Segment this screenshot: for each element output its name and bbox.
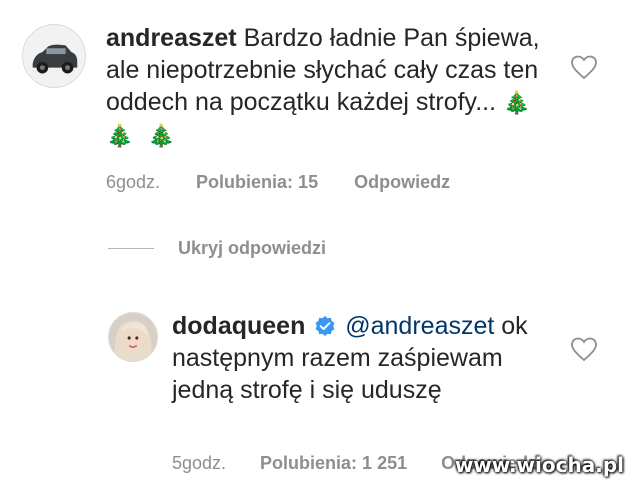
- avatar-dodaqueen[interactable]: [108, 312, 158, 362]
- comment-username[interactable]: andreaszet: [106, 24, 237, 52]
- profile-photo-image: [109, 313, 157, 361]
- watermark: www.wiocha.pl: [454, 453, 624, 477]
- hide-replies-label: Ukryj odpowiedzi: [178, 238, 327, 258]
- comment-body: andreaszet Bardzo ładnie Pan śpiewa, ale…: [106, 22, 546, 152]
- comment-meta: 6godz. Polubienia: 15 Odpowiedz: [106, 172, 450, 193]
- car-avatar-image: [23, 25, 85, 87]
- reply-username[interactable]: dodaqueen: [172, 312, 305, 340]
- avatar-andreaszet[interactable]: [22, 24, 86, 88]
- reply-body: dodaqueen @andreaszet ok następnym razem…: [172, 310, 542, 406]
- heart-icon[interactable]: [570, 54, 598, 80]
- hide-replies-button[interactable]: Ukryj odpowiedzi: [108, 238, 326, 259]
- reply-likes[interactable]: Polubienia: 1 251: [260, 453, 407, 474]
- verified-badge-icon: [315, 316, 335, 336]
- comment-time: 6godz.: [106, 172, 161, 192]
- divider-line: [108, 248, 154, 249]
- comment-reply-button[interactable]: Odpowiedz: [354, 172, 450, 193]
- heart-icon[interactable]: [570, 336, 598, 362]
- reply-mention[interactable]: @andreaszet: [345, 312, 494, 340]
- comment-likes[interactable]: Polubienia: 15: [196, 172, 318, 193]
- reply-time: 5godz.: [172, 453, 227, 473]
